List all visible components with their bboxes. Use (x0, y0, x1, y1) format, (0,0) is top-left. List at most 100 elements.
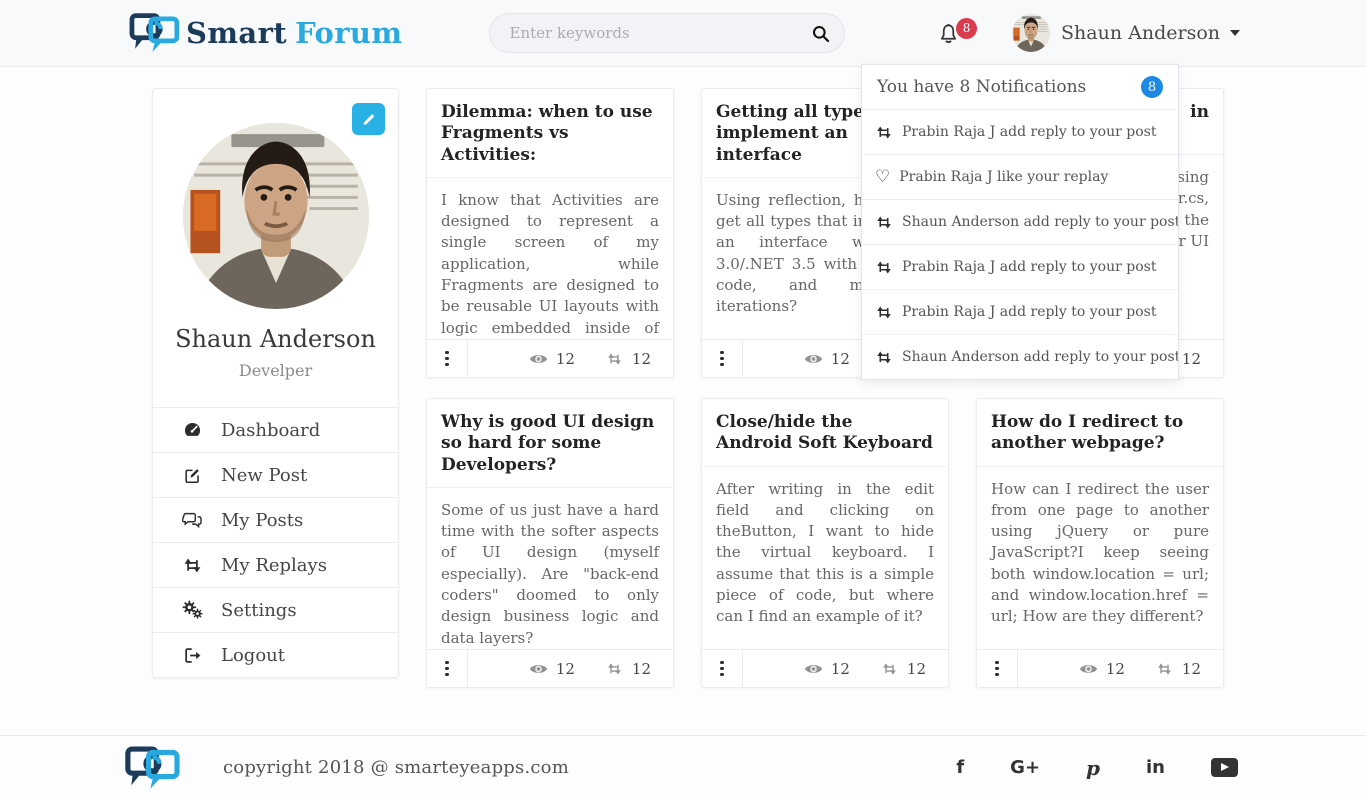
post-stats: 12 12 (468, 340, 673, 377)
sidebar-item-my-replays[interactable]: My Replays (153, 542, 398, 587)
search-bar (489, 13, 845, 53)
sidebar-item-label: My Replays (221, 555, 327, 576)
replies-stat: 12 (1155, 660, 1201, 678)
post-options-button[interactable] (977, 650, 1018, 687)
post-options-button[interactable] (427, 340, 468, 377)
notification-item[interactable]: Shaun Anderson add reply to your post (862, 199, 1178, 244)
profile-card: Shaun Anderson Develper Dashboard New Po… (152, 88, 399, 678)
retweet-icon (1155, 662, 1174, 676)
notifications-badge: 8 (1141, 76, 1163, 98)
social-links: f G+ p in (956, 758, 1238, 778)
sidebar-item-label: Logout (221, 645, 285, 666)
facebook-icon[interactable]: f (956, 759, 964, 777)
notification-text: Prabin Raja J like your replay (899, 169, 1108, 185)
post-card: How do I redirect to another webpage? Ho… (976, 398, 1224, 688)
pencil-icon (361, 111, 377, 127)
profile-avatar-image (183, 123, 369, 309)
notifications-header: You have 8 Notifications 8 (862, 65, 1178, 109)
notification-text: Prabin Raja J add reply to your post (902, 304, 1156, 320)
post-options-button[interactable] (427, 650, 468, 687)
notification-text: Shaun Anderson add reply to your post (902, 214, 1178, 230)
search-button[interactable] (811, 24, 830, 43)
post-stats: 12 12 (468, 650, 673, 687)
retweet-icon (875, 350, 893, 365)
google-plus-icon[interactable]: G+ (1010, 759, 1040, 777)
views-count: 12 (831, 660, 850, 678)
sidebar-item-dashboard[interactable]: Dashboard (153, 407, 398, 452)
notifications-toggle[interactable]: 8 (937, 22, 960, 45)
new-post-icon (182, 466, 205, 485)
my-posts-icon (182, 511, 205, 530)
linkedin-icon[interactable]: in (1146, 759, 1165, 777)
notification-text: Prabin Raja J add reply to your post (902, 259, 1156, 275)
eye-icon (529, 662, 548, 676)
copyright-text: copyright 2018 @ smarteyeapps.com (223, 757, 569, 778)
views-stat: 12 (804, 660, 850, 678)
kebab-icon (445, 661, 449, 677)
eye-icon (529, 352, 548, 366)
notification-item[interactable]: Prabin Raja J add reply to your post (862, 109, 1178, 154)
notification-text: Prabin Raja J add reply to your post (902, 124, 1156, 140)
user-menu-name[interactable]: Shaun Anderson (1061, 22, 1220, 44)
user-avatar-image (1012, 14, 1050, 52)
views-count: 12 (556, 350, 575, 368)
post-options-button[interactable] (702, 650, 743, 687)
logout-icon (182, 646, 205, 665)
sidebar-item-label: Dashboard (221, 420, 320, 441)
sidebar-item-settings[interactable]: Settings (153, 587, 398, 632)
profile-name: Shaun Anderson (153, 325, 398, 353)
views-count: 12 (831, 350, 850, 368)
views-stat: 12 (529, 350, 575, 368)
edit-profile-button[interactable] (352, 103, 385, 135)
retweet-icon (605, 662, 624, 676)
post-stats: 12 12 (743, 650, 948, 687)
user-avatar[interactable] (1012, 14, 1050, 52)
retweet-icon (605, 352, 624, 366)
views-count: 12 (556, 660, 575, 678)
post-footer: 12 12 (427, 649, 673, 687)
replies-stat: 12 (605, 660, 651, 678)
notification-item[interactable]: Prabin Raja J add reply to your post (862, 244, 1178, 289)
brand-title-secondary: Forum (295, 16, 402, 50)
post-title[interactable]: Why is good UI design so hard for some D… (427, 399, 673, 488)
post-body: After writing in the edit field and clic… (702, 467, 948, 650)
replies-count: 12 (632, 660, 651, 678)
kebab-icon (995, 661, 999, 677)
retweet-icon (875, 260, 893, 275)
post-body: Some of us just have a hard time with th… (427, 488, 673, 649)
sidebar-item-new-post[interactable]: New Post (153, 452, 398, 497)
notification-count-badge: 8 (956, 18, 977, 39)
eye-icon (1079, 662, 1098, 676)
brand-logo[interactable]: SmartForum (128, 10, 403, 56)
notification-item[interactable]: ♡ Prabin Raja J like your replay (862, 154, 1178, 199)
replies-count: 12 (632, 350, 651, 368)
views-stat: 12 (804, 350, 850, 368)
replies-stat: 12 (880, 660, 926, 678)
kebab-icon (720, 661, 724, 677)
notification-item[interactable]: Shaun Anderson add reply to your post (862, 334, 1178, 379)
post-title[interactable]: How do I redirect to another webpage? (977, 399, 1223, 467)
heart-icon: ♡ (875, 169, 890, 186)
views-count: 12 (1106, 660, 1125, 678)
sidebar-item-logout[interactable]: Logout (153, 632, 398, 677)
replies-stat: 12 (605, 350, 651, 368)
retweet-icon (182, 556, 205, 575)
sidebar-item-my-posts[interactable]: My Posts (153, 497, 398, 542)
sidebar-item-label: New Post (221, 465, 307, 486)
notification-item[interactable]: Prabin Raja J add reply to your post (862, 289, 1178, 334)
retweet-icon (875, 305, 893, 320)
search-input[interactable] (508, 23, 811, 43)
settings-icon (182, 600, 205, 620)
chevron-down-icon[interactable] (1230, 30, 1240, 36)
pinterest-icon[interactable]: p (1086, 758, 1100, 778)
youtube-icon[interactable] (1211, 758, 1238, 777)
post-stats: 12 12 (1018, 650, 1223, 687)
notifications-title: You have 8 Notifications (877, 77, 1086, 97)
post-title[interactable]: Close/hide the Android Soft Keyboard (702, 399, 948, 467)
header-right: 8 Shaun Anderson (937, 14, 1240, 52)
kebab-icon (720, 351, 724, 367)
replies-count: 12 (1182, 660, 1201, 678)
post-title[interactable]: Dilemma: when to use Fragments vs Activi… (427, 89, 673, 178)
replies-count: 12 (1182, 350, 1201, 368)
post-options-button[interactable] (702, 340, 743, 377)
